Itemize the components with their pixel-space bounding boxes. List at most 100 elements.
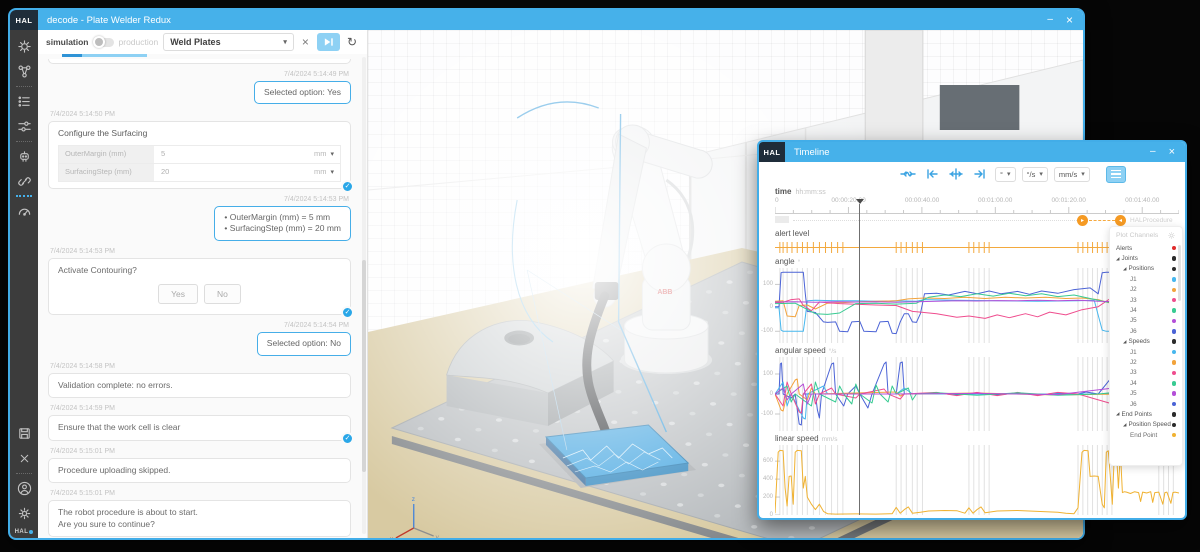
angle-unit-select[interactable]: ° ▾ (995, 166, 1016, 182)
plot-channels-title: Plot Channels (1116, 232, 1159, 239)
channel-speeds[interactable]: ◢ Speeds (1112, 337, 1180, 347)
y-tick-label: -100 (760, 410, 773, 417)
channel-alerts[interactable]: Alerts (1112, 243, 1180, 253)
channel-j6[interactable]: J6 (1112, 399, 1180, 409)
timeline-titlebar: HAL Timeline – × (759, 142, 1185, 162)
user-icon[interactable] (10, 476, 38, 501)
close-procedure-button[interactable]: × (299, 36, 312, 48)
settings-icon[interactable] (10, 501, 38, 526)
channel-j2[interactable]: J2 (1112, 357, 1180, 367)
form-field-row: SurfacingStep (mm) 20 mm ▾ (58, 162, 341, 182)
procedure-select-value: Weld Plates (170, 37, 221, 47)
minimize-button[interactable]: – (1047, 15, 1053, 25)
channel-joints[interactable]: ◢ Joints (1112, 253, 1180, 263)
active-tool-indicator (16, 195, 32, 197)
plot-channels-toggle-button[interactable] (1105, 165, 1126, 183)
channel-position-speed[interactable]: ◢ Position Speed (1112, 420, 1180, 430)
play-button[interactable] (316, 33, 340, 51)
chevron-down-icon: ▾ (1081, 171, 1085, 178)
chevron-down-icon: ▾ (330, 168, 334, 176)
channel-positions[interactable]: ◢ Positions (1112, 264, 1180, 274)
bot-message-card: Activate Contouring? Yes No ✓ (48, 257, 354, 320)
channel-j4[interactable]: J4 (1112, 305, 1180, 315)
gear-icon[interactable] (1167, 231, 1176, 240)
gauge-icon[interactable] (10, 199, 38, 224)
chat-message-list[interactable]: 7/4/2024 5:14:49 PM Selected option: Yes 7… (38, 57, 361, 538)
sequence-icon[interactable] (10, 89, 38, 114)
procedure-chat-panel: simulation production Weld Plates ▾ × ↻ … (38, 30, 368, 538)
channel-end-point[interactable]: End Point (1112, 430, 1180, 440)
time-ruler-ticks[interactable] (775, 205, 1179, 213)
field-value[interactable]: 20 (154, 164, 308, 181)
link-icon[interactable] (10, 169, 38, 194)
time-axis-label: time hh:mm:ss (775, 187, 826, 196)
linear-speed-unit-select[interactable]: mm/s ▾ (1053, 166, 1090, 182)
message-timestamp: 7/4/2024 5:14:53 PM (50, 247, 115, 255)
mode-production-label[interactable]: production (119, 37, 159, 47)
refresh-button[interactable]: ↻ (345, 36, 359, 48)
skip-to-end-icon[interactable] (971, 166, 989, 182)
field-unit-select[interactable]: mm ▾ (308, 164, 340, 181)
chat-scrollbar-thumb[interactable] (362, 260, 366, 472)
parameters-icon[interactable] (10, 114, 38, 139)
timeline-minimize-button[interactable]: – (1150, 147, 1156, 157)
close-tool-icon[interactable] (10, 446, 38, 471)
field-unit-select[interactable]: mm ▾ (308, 146, 340, 163)
bot-message-card: Procedure uploading skipped. (48, 457, 351, 484)
sidebar-divider (16, 473, 32, 474)
network-icon[interactable] (10, 59, 38, 84)
procedure-select[interactable]: Weld Plates ▾ (163, 33, 294, 51)
message-timestamp: 7/4/2024 5:14:58 PM (50, 362, 115, 370)
channel-j6[interactable]: J6 (1112, 326, 1180, 336)
channel-j1[interactable]: J1 (1112, 274, 1180, 284)
mode-simulation-label[interactable]: simulation (46, 37, 89, 47)
robot-settings-icon[interactable] (10, 34, 38, 59)
field-value[interactable]: 5 (154, 146, 308, 163)
close-button[interactable]: × (1066, 14, 1073, 26)
procedure-end-marker[interactable]: ◂ (1115, 215, 1126, 226)
fit-horizontal-icon[interactable] (899, 166, 917, 182)
message-timestamp: 7/4/2024 5:14:54 PM (284, 322, 349, 330)
skip-to-start-icon[interactable] (923, 166, 941, 182)
sidebar-divider (16, 86, 32, 87)
channel-j5[interactable]: J5 (1112, 316, 1180, 326)
channel-j3[interactable]: J3 (1112, 295, 1180, 305)
playhead-line[interactable] (859, 204, 861, 515)
channel-j5[interactable]: J5 (1112, 388, 1180, 398)
y-tick-label: 600 (762, 457, 773, 464)
main-titlebar: HAL decode - Plate Welder Redux – × (10, 10, 1083, 30)
channel-j2[interactable]: J2 (1112, 285, 1180, 295)
message-timestamp: 7/4/2024 5:14:59 PM (50, 405, 115, 413)
channel-j1[interactable]: J1 (1112, 347, 1180, 357)
angular-speed-unit-select[interactable]: °/s ▾ (1021, 166, 1048, 182)
hal-logo: HAL (759, 142, 785, 162)
bot-message-card: Ensure that the work cell is clear ✓ (48, 415, 354, 445)
time-ruler[interactable] (775, 213, 1179, 214)
time-ruler-labels: 0 00:00:20.00 00:00:40.00 00:01:00.00 00:01:… (759, 197, 1185, 205)
procedure-track-label: HALProcedure (1130, 217, 1173, 224)
legend-scrollbar-thumb[interactable] (1178, 245, 1181, 301)
save-icon[interactable] (10, 421, 38, 446)
abb-logo: ABB (657, 289, 672, 296)
channel-end-points[interactable]: ◢ End Points (1112, 409, 1180, 419)
option-no-button[interactable]: No (204, 284, 241, 305)
mode-toggle[interactable] (92, 35, 114, 48)
angle-label: angle ° (775, 257, 801, 266)
ruler-tick-label: 00:01:00.00 (978, 197, 1013, 204)
robot-icon[interactable] (10, 144, 38, 169)
center-playhead-icon[interactable] (947, 166, 965, 182)
user-reply-bubble: Selected option: No (256, 332, 351, 356)
message-timestamp: 7/4/2024 5:14:53 PM (284, 195, 349, 203)
completed-check-badge: ✓ (341, 306, 354, 320)
channel-j4[interactable]: J4 (1112, 378, 1180, 388)
channel-j3[interactable]: J3 (1112, 368, 1180, 378)
option-yes-button[interactable]: Yes (158, 284, 198, 305)
chevron-down-icon: ▾ (1007, 171, 1011, 178)
ruler-tick-label: 00:00:40.00 (904, 197, 940, 204)
y-tick-label: 200 (762, 493, 773, 500)
bot-message-card: Configure the Surfacing OuterMargin (mm) 5… (48, 121, 354, 193)
timeline-close-button[interactable]: × (1169, 146, 1175, 158)
y-tick-label: 100 (762, 370, 773, 377)
procedure-start-marker[interactable]: ▸ (1077, 215, 1088, 226)
hal-logo: HAL (10, 10, 38, 30)
